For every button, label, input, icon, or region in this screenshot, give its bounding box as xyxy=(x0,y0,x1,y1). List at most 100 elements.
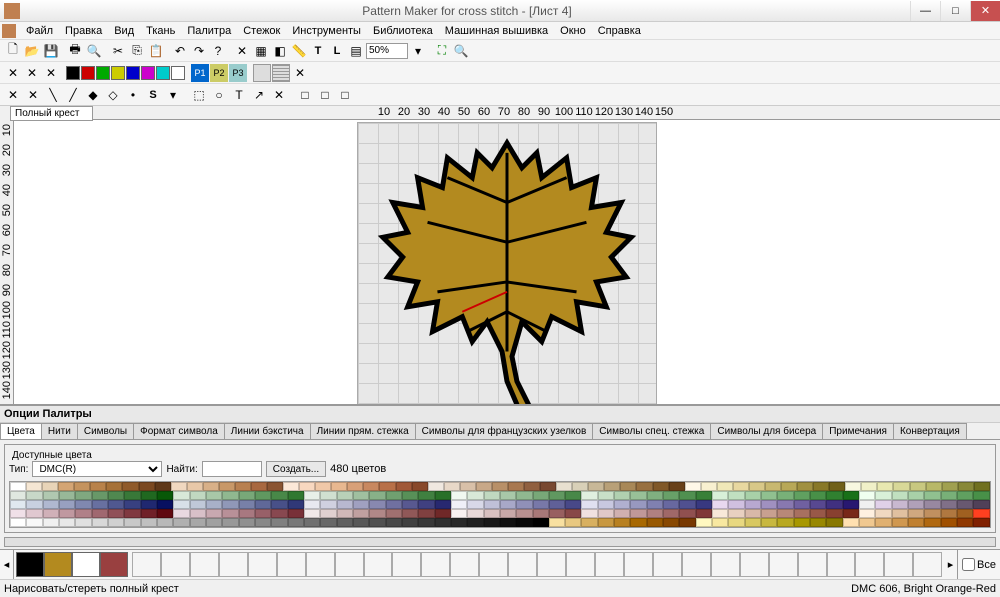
color-swatch[interactable] xyxy=(549,518,565,527)
color-swatch[interactable] xyxy=(777,509,793,518)
color-swatch[interactable] xyxy=(271,500,287,509)
empty-slot[interactable] xyxy=(392,552,421,577)
tab-6[interactable]: Символы для французских узелков xyxy=(415,423,594,439)
color-swatch[interactable] xyxy=(663,491,679,500)
color-swatch[interactable] xyxy=(108,509,124,518)
color-swatch[interactable] xyxy=(222,509,238,518)
color-swatch[interactable] xyxy=(206,500,222,509)
color-swatch[interactable] xyxy=(42,482,58,491)
color-swatch[interactable] xyxy=(908,509,924,518)
color-swatch[interactable] xyxy=(59,518,75,527)
color-swatch[interactable] xyxy=(701,482,717,491)
stitch-type-dropdown[interactable]: Полный крест xyxy=(10,106,93,121)
color-swatch[interactable] xyxy=(173,509,189,518)
st6-icon[interactable]: ◇ xyxy=(104,86,122,104)
color-swatch[interactable] xyxy=(500,491,516,500)
color-swatch[interactable] xyxy=(10,500,26,509)
minimize-button[interactable]: — xyxy=(910,1,940,21)
color-swatch[interactable] xyxy=(141,518,157,527)
canvas[interactable] xyxy=(14,120,1000,404)
color-swatch[interactable] xyxy=(75,518,91,527)
color-swatch[interactable] xyxy=(467,500,483,509)
grid-icon[interactable]: ▦ xyxy=(252,42,270,60)
color-swatch[interactable] xyxy=(941,491,957,500)
p3-icon[interactable]: P3 xyxy=(229,64,247,82)
color-swatch[interactable] xyxy=(679,500,695,509)
empty-slot[interactable] xyxy=(479,552,508,577)
color-swatch[interactable] xyxy=(206,518,222,527)
color-swatch[interactable] xyxy=(59,509,75,518)
color-swatch[interactable] xyxy=(10,509,26,518)
color-swatch[interactable] xyxy=(500,518,516,527)
empty-slot[interactable] xyxy=(161,552,190,577)
box3-icon[interactable]: □ xyxy=(336,86,354,104)
color-swatch[interactable] xyxy=(875,518,891,527)
color-swatch[interactable] xyxy=(845,482,861,491)
color-swatch[interactable] xyxy=(581,491,597,500)
color-swatch[interactable] xyxy=(255,491,271,500)
symbol-icon[interactable]: ◧ xyxy=(271,42,289,60)
color-swatch[interactable] xyxy=(941,518,957,527)
tab-9[interactable]: Примечания xyxy=(822,423,894,439)
color-swatch[interactable] xyxy=(347,482,363,491)
color-swatch[interactable] xyxy=(460,482,476,491)
color-swatch[interactable] xyxy=(239,509,255,518)
cross2-icon[interactable]: ✕ xyxy=(23,64,41,82)
next-icon[interactable]: ▸ xyxy=(944,550,958,579)
color-swatch[interactable] xyxy=(418,509,434,518)
color-swatch[interactable] xyxy=(565,509,581,518)
color-swatch[interactable] xyxy=(171,482,187,491)
color-swatch[interactable] xyxy=(892,491,908,500)
color-swatch[interactable] xyxy=(396,482,412,491)
color-swatch[interactable] xyxy=(533,518,549,527)
color-blue[interactable] xyxy=(126,66,140,80)
paste-icon[interactable]: 📋 xyxy=(147,42,165,60)
color-swatch[interactable] xyxy=(549,500,565,509)
empty-slot[interactable] xyxy=(537,552,566,577)
empty-slot[interactable] xyxy=(248,552,277,577)
empty-slot[interactable] xyxy=(335,552,364,577)
color-swatch[interactable] xyxy=(251,482,267,491)
color-swatch[interactable] xyxy=(581,500,597,509)
color-swatch[interactable] xyxy=(369,500,385,509)
dropdown-icon[interactable]: ▾ xyxy=(409,42,427,60)
empty-slot[interactable] xyxy=(913,552,942,577)
color-swatch[interactable] xyxy=(973,518,989,527)
menu-Файл[interactable]: Файл xyxy=(20,25,59,37)
save-icon[interactable]: 💾 xyxy=(42,42,60,60)
color-swatch[interactable] xyxy=(157,518,173,527)
color-swatch[interactable] xyxy=(733,482,749,491)
color-swatch[interactable] xyxy=(877,482,893,491)
color-swatch[interactable] xyxy=(190,491,206,500)
color-swatch[interactable] xyxy=(647,509,663,518)
color-swatch[interactable] xyxy=(765,482,781,491)
color-swatch[interactable] xyxy=(173,491,189,500)
empty-slot[interactable] xyxy=(740,552,769,577)
color-swatch[interactable] xyxy=(451,509,467,518)
color-swatch[interactable] xyxy=(893,482,909,491)
color-swatch[interactable] xyxy=(43,500,59,509)
color-swatch[interactable] xyxy=(653,482,669,491)
empty-slot[interactable] xyxy=(711,552,740,577)
color-swatch[interactable] xyxy=(239,500,255,509)
color-swatch[interactable] xyxy=(745,500,761,509)
color-swatch[interactable] xyxy=(859,518,875,527)
color-swatch[interactable] xyxy=(484,500,500,509)
color-swatch[interactable] xyxy=(26,500,42,509)
color-swatch[interactable] xyxy=(614,491,630,500)
color-swatch[interactable] xyxy=(267,482,283,491)
menu-Библиотека[interactable]: Библиотека xyxy=(367,25,439,37)
color-swatch[interactable] xyxy=(90,482,106,491)
color-swatch[interactable] xyxy=(749,482,765,491)
p2-icon[interactable]: P2 xyxy=(210,64,228,82)
tab-0[interactable]: Цвета xyxy=(0,423,42,439)
color-swatch[interactable] xyxy=(926,482,942,491)
tab-2[interactable]: Символы xyxy=(77,423,134,439)
color-swatch[interactable] xyxy=(717,482,733,491)
empty-slot[interactable] xyxy=(682,552,711,577)
color-swatch[interactable] xyxy=(451,491,467,500)
color-swatch[interactable] xyxy=(663,518,679,527)
color-swatch[interactable] xyxy=(679,491,695,500)
tab-3[interactable]: Формат символа xyxy=(133,423,225,439)
color-swatch[interactable] xyxy=(663,500,679,509)
